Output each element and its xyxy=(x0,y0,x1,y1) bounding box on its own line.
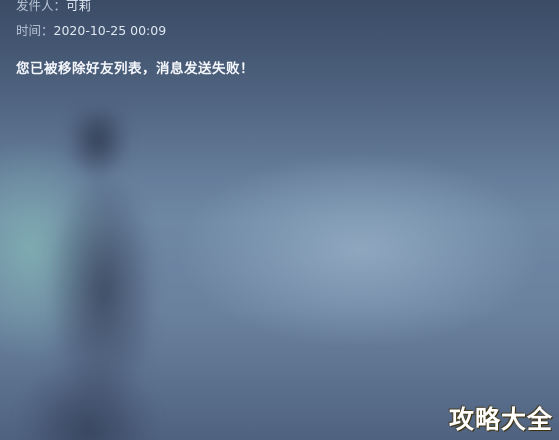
sender-label: 发件人： xyxy=(16,0,67,13)
mail-body: 您已被移除好友列表，消息发送失败！ xyxy=(16,61,254,77)
screenshot-frame: 发件人：可莉 时间：2020-10-25 00:09 您已被移除好友列表，消息发… xyxy=(0,0,559,440)
time-row: 时间：2020-10-25 00:09 xyxy=(16,19,536,43)
sender-row: 发件人：可莉 xyxy=(16,0,536,18)
watermark-logo: 攻略大全 xyxy=(448,405,553,434)
time-value: 2020-10-25 00:09 xyxy=(53,23,167,38)
mail-message: 发件人：可莉 时间：2020-10-25 00:09 您已被移除好友列表，消息发… xyxy=(16,0,536,77)
sender-name: 可莉 xyxy=(66,0,92,13)
time-label: 时间： xyxy=(16,23,54,38)
